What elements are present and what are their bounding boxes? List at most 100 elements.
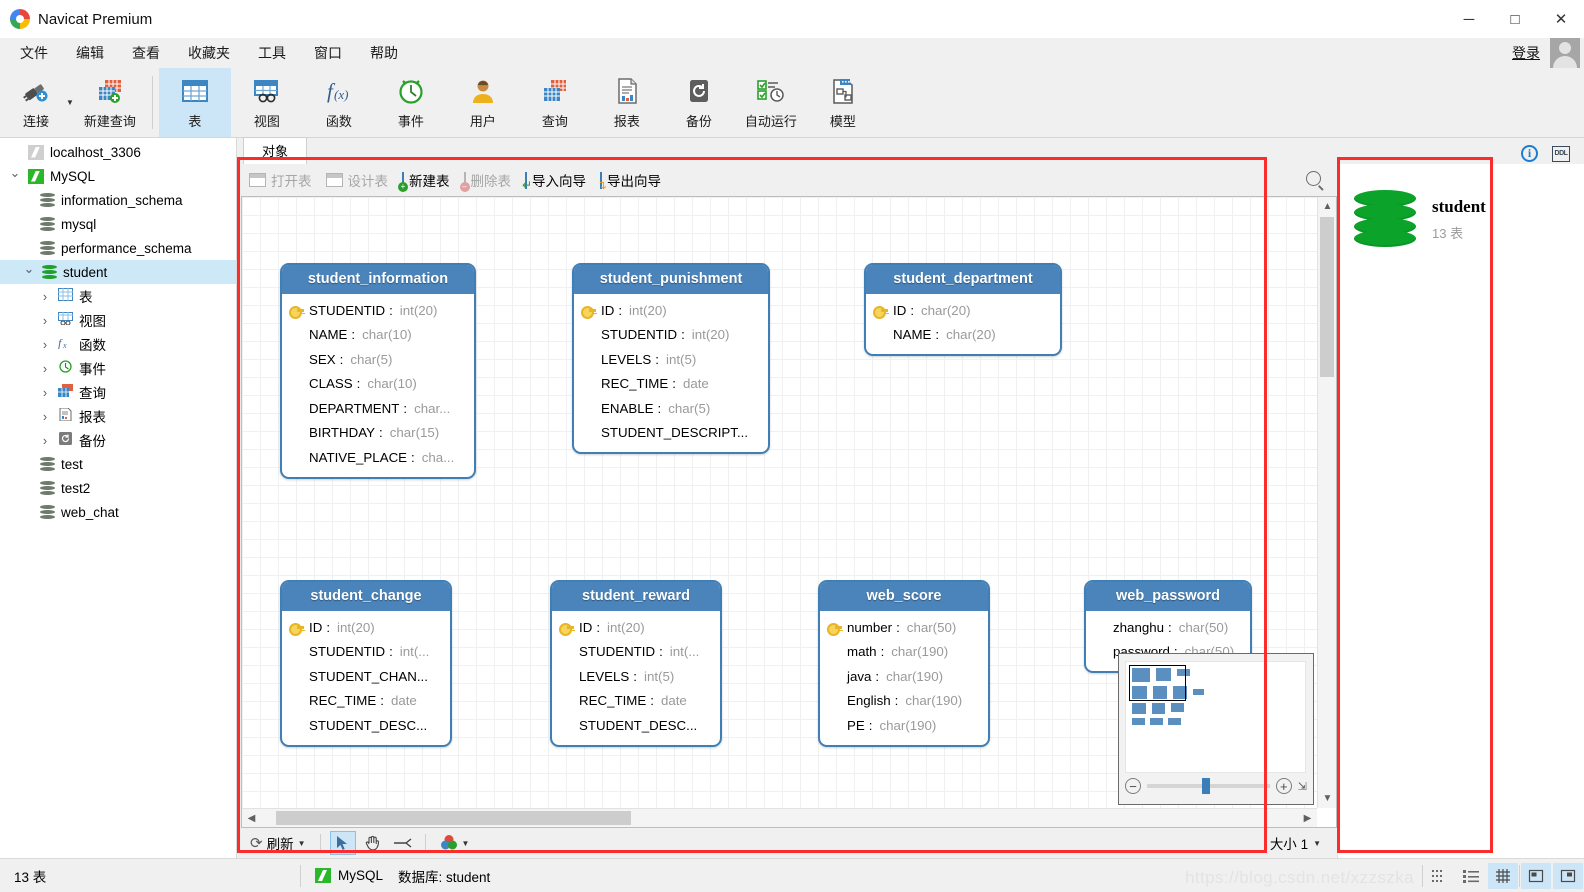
- sidebar-item-reports[interactable]: 报表: [0, 404, 236, 428]
- resize-grip-icon[interactable]: ⇲: [1298, 780, 1307, 793]
- chevron-right-icon[interactable]: [38, 361, 52, 376]
- model-view-icon[interactable]: [1553, 862, 1583, 889]
- er-field-row[interactable]: zhanghu: char(50): [1092, 615, 1244, 640]
- link-tool-icon[interactable]: [390, 831, 416, 855]
- sidebar-item-events[interactable]: 事件: [0, 356, 236, 380]
- er-field-row[interactable]: ID: int(20): [558, 615, 714, 640]
- hand-tool-icon[interactable]: [360, 831, 386, 855]
- refresh-dropdown-caret-icon[interactable]: ▼: [298, 839, 306, 848]
- sidebar-item-tables[interactable]: 表: [0, 284, 236, 308]
- zoom-slider-knob[interactable]: [1202, 778, 1211, 794]
- detail-grid-icon[interactable]: [1424, 863, 1454, 889]
- er-field-row[interactable]: ID: char(20): [872, 298, 1054, 323]
- diagram-size-control[interactable]: 大小 1 ▼: [1270, 833, 1329, 853]
- er-field-row[interactable]: STUDENT_DESCRIPT...: [580, 421, 762, 446]
- ribbon-button-backup[interactable]: 备份: [663, 68, 735, 137]
- er-field-row[interactable]: STUDENTID: int(...: [288, 640, 444, 665]
- er-field-row[interactable]: STUDENT_DESC...: [558, 713, 714, 738]
- sidebar-item-test[interactable]: test: [0, 452, 236, 476]
- export-wizard-button[interactable]: ↴ 导出向导: [594, 167, 667, 193]
- ribbon-button-automation[interactable]: 自动运行: [735, 68, 807, 137]
- chevron-right-icon[interactable]: [38, 433, 52, 448]
- ribbon-button-model[interactable]: 模型: [807, 68, 879, 137]
- delete-table-button[interactable]: – 删除表: [458, 167, 518, 193]
- search-icon[interactable]: [1306, 171, 1321, 186]
- chevron-right-icon[interactable]: [38, 409, 52, 424]
- vertical-scroll-thumb[interactable]: [1320, 217, 1334, 377]
- sidebar-item-performance_schema[interactable]: performance_schema: [0, 236, 236, 260]
- er-field-row[interactable]: PE: char(190): [826, 713, 982, 738]
- minimap-panel[interactable]: − + ⇲: [1118, 653, 1314, 805]
- connection-dropdown-caret-icon[interactable]: ▼: [66, 68, 74, 137]
- sidebar-item-test2[interactable]: test2: [0, 476, 236, 500]
- ribbon-button-table[interactable]: 表: [158, 68, 231, 137]
- ribbon-button-report[interactable]: 报表: [591, 68, 663, 137]
- ribbon-button-view[interactable]: 视图: [231, 68, 303, 137]
- er-field-row[interactable]: REC_TIME: date: [288, 689, 444, 714]
- chevron-right-icon[interactable]: [38, 313, 52, 328]
- menu-item-tools[interactable]: 工具: [246, 39, 298, 67]
- size-dropdown-caret-icon[interactable]: ▼: [1313, 839, 1321, 848]
- info-icon[interactable]: i: [1521, 145, 1538, 162]
- avatar[interactable]: [1550, 38, 1580, 68]
- er-field-row[interactable]: STUDENTID: int(...: [558, 640, 714, 665]
- er-table-student_punishment[interactable]: student_punishment ID: int(20) STUDENTID: in…: [572, 263, 770, 454]
- zoom-out-icon[interactable]: −: [1125, 778, 1141, 794]
- sidebar-item-views[interactable]: 视图: [0, 308, 236, 332]
- er-field-row[interactable]: ID: int(20): [288, 615, 444, 640]
- ddl-icon[interactable]: DDL: [1552, 145, 1570, 162]
- er-field-row[interactable]: STUDENTID: int(20): [288, 298, 468, 323]
- minimap-viewport[interactable]: [1125, 661, 1306, 773]
- ribbon-button-function[interactable]: f (x) 函数: [303, 68, 375, 137]
- er-field-row[interactable]: SEX: char(5): [288, 347, 468, 372]
- er-field-row[interactable]: BIRTHDAY: char(15): [288, 421, 468, 446]
- scroll-right-arrow-icon[interactable]: ▶: [1298, 809, 1317, 827]
- menu-item-help[interactable]: 帮助: [358, 39, 410, 67]
- chevron-down-icon[interactable]: [8, 168, 22, 184]
- er-field-row[interactable]: ID: int(20): [580, 298, 762, 323]
- menu-item-window[interactable]: 窗口: [302, 39, 354, 67]
- tab-objects[interactable]: 对象: [243, 137, 308, 164]
- menu-item-file[interactable]: 文件: [8, 39, 60, 67]
- ribbon-button-event[interactable]: 事件: [375, 68, 447, 137]
- menu-item-edit[interactable]: 编辑: [64, 39, 116, 67]
- er-field-row[interactable]: number: char(50): [826, 615, 982, 640]
- er-field-row[interactable]: STUDENT_DESC...: [288, 713, 444, 738]
- ribbon-button-user[interactable]: 用户: [447, 68, 519, 137]
- sidebar-item-web_chat[interactable]: web_chat: [0, 500, 236, 524]
- pointer-tool-icon[interactable]: [329, 831, 356, 855]
- sidebar-item-queries[interactable]: 查询: [0, 380, 236, 404]
- grid-view-icon[interactable]: [1488, 862, 1518, 889]
- import-wizard-button[interactable]: ↵ 导入向导: [519, 167, 592, 193]
- list-view-icon[interactable]: [1456, 863, 1486, 889]
- sidebar-item-information_schema[interactable]: information_schema: [0, 188, 236, 212]
- vertical-scrollbar[interactable]: ▲ ▼: [1317, 197, 1336, 808]
- er-diagram-icon[interactable]: [1521, 862, 1551, 889]
- menu-item-favorites[interactable]: 收藏夹: [176, 39, 242, 67]
- horizontal-scroll-thumb[interactable]: [276, 811, 631, 825]
- refresh-button[interactable]: ⟳ 刷新 ▼: [245, 831, 311, 855]
- er-field-row[interactable]: STUDENT_CHAN...: [288, 664, 444, 689]
- chevron-right-icon[interactable]: [38, 289, 52, 304]
- er-table-web_score[interactable]: web_score number: char(50) math: char(190) ja…: [818, 580, 990, 747]
- open-table-button[interactable]: 打开表: [243, 167, 318, 193]
- new-table-button[interactable]: + 新建表: [396, 167, 456, 193]
- er-field-row[interactable]: math: char(190): [826, 640, 982, 665]
- login-link[interactable]: 登录: [1512, 43, 1540, 63]
- sidebar-item-student[interactable]: student: [0, 260, 236, 284]
- er-table-student_change[interactable]: student_change ID: int(20) STUDENTID: int(..…: [280, 580, 452, 747]
- scroll-left-arrow-icon[interactable]: ◀: [242, 809, 261, 827]
- er-field-row[interactable]: NATIVE_PLACE: cha...: [288, 445, 468, 470]
- sidebar-item-mysql-db[interactable]: mysql: [0, 212, 236, 236]
- sidebar-item-mysql-connection[interactable]: MySQL: [0, 164, 236, 188]
- zoom-in-icon[interactable]: +: [1275, 778, 1292, 794]
- er-field-row[interactable]: REC_TIME: date: [558, 689, 714, 714]
- er-field-row[interactable]: LEVELS: int(5): [580, 347, 762, 372]
- close-button[interactable]: ✕: [1538, 0, 1584, 38]
- minimap-view-rect[interactable]: [1129, 665, 1186, 701]
- maximize-button[interactable]: □: [1492, 0, 1538, 38]
- er-field-row[interactable]: NAME: char(20): [872, 323, 1054, 348]
- er-field-row[interactable]: LEVELS: int(5): [558, 664, 714, 689]
- ribbon-button-connection[interactable]: 连接: [0, 68, 72, 137]
- er-field-row[interactable]: STUDENTID: int(20): [580, 323, 762, 348]
